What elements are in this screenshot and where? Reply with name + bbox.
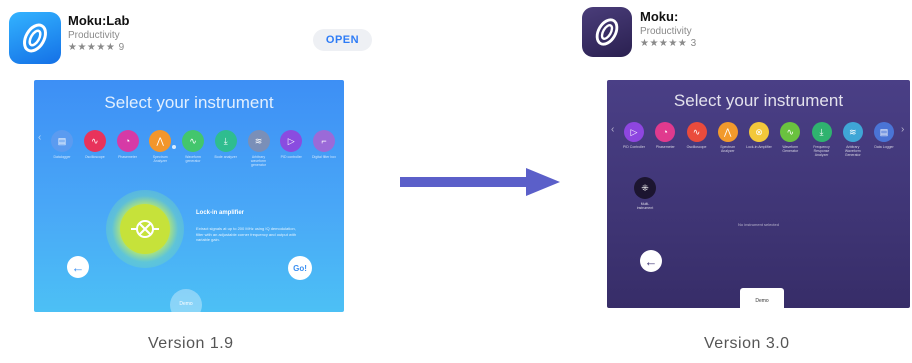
app-rating: ★★★★★ 9	[68, 42, 129, 53]
rating-count: 3	[690, 38, 697, 49]
instrument-item[interactable]: ⊗ Lock-in Amplifier	[745, 122, 773, 149]
instrument-item[interactable]: ∿ Waveform Generator	[776, 122, 804, 153]
instrument-label: Waveform generator	[185, 155, 201, 163]
instrument-label: Data Logger	[874, 145, 894, 149]
pid-icon: ▷	[280, 130, 303, 152]
app-category: Productivity	[640, 26, 692, 37]
instrument-item[interactable]: ▷ PID controller	[277, 130, 305, 159]
left-app-info: Moku:Lab Productivity ★★★★★ 9	[68, 13, 129, 53]
app-name: Moku:Lab	[68, 13, 130, 28]
selected-instrument-name: Lock-in amplifier	[196, 210, 245, 216]
moku-lab-app-icon[interactable]	[9, 12, 61, 64]
selected-instrument-description: Extract signals at up to 200 MHz using I…	[196, 226, 297, 242]
moku-app-icon[interactable]	[582, 7, 632, 57]
waveform-icon: ∿	[182, 130, 204, 152]
scroll-left-arrow-icon[interactable]: ‹	[38, 132, 41, 143]
instrument-label: Spectrum Analyzer	[152, 155, 168, 163]
instrument-label: Arbitrary waveform generator	[250, 155, 267, 167]
pid-icon: ▷	[624, 122, 644, 142]
oscilloscope-icon: ∿	[686, 122, 707, 142]
instrument-item[interactable]: ◔ Phasemeter	[114, 130, 142, 159]
data-logger-icon: ▤	[51, 130, 73, 152]
instrument-label: Frequency Response Analyzer	[813, 145, 830, 157]
instrument-item[interactable]: ▤ Data Logger	[870, 122, 898, 149]
phasemeter-icon: ◔	[116, 130, 139, 152]
phasemeter-icon: ◔	[655, 122, 676, 142]
screen-title: Select your instrument	[104, 93, 274, 112]
instrument-item[interactable]: ▤ Datalogger	[48, 130, 76, 159]
bode-icon: ⤓	[214, 130, 237, 152]
instrument-label: Phasemeter	[118, 155, 137, 159]
multi-instrument-label: Multi-instrument	[636, 202, 654, 210]
instrument-carousel: ▷ PID Controller ◔ Phasemeter ∿ Oscilloscope ⋀…	[620, 122, 898, 157]
version-1-9-screenshot: Select your instrument ‹ ▤ Datalogger ∿ Osc…	[34, 80, 344, 312]
instrument-item[interactable]: ⋀ Spectrum Analyzer	[146, 130, 174, 163]
app-rating: ★★★★★ 3	[640, 38, 697, 49]
instrument-label: Spectrum Analyzer	[720, 145, 736, 153]
lock-in-amplifier-icon[interactable]	[120, 204, 170, 254]
spectrum-icon: ⋀	[149, 130, 172, 152]
instrument-item[interactable]: ≋ Arbitrary Waveform Generator	[839, 122, 867, 157]
instrument-label: PID Controller	[623, 145, 645, 149]
lock-in-icon: ⊗	[749, 122, 769, 142]
carousel-dot	[172, 145, 176, 149]
instrument-label: PID controller	[280, 155, 302, 159]
back-button[interactable]: ←	[640, 250, 662, 272]
rating-stars: ★★★★★	[68, 42, 116, 53]
rating-stars: ★★★★★	[640, 38, 688, 49]
instrument-label: Phasemeter	[655, 145, 675, 149]
app-name: Moku:	[640, 9, 679, 24]
data-logger-icon: ▤	[874, 122, 894, 142]
multi-instrument-item[interactable]: ⁜ Multi-instrument	[634, 177, 656, 210]
filter-icon: ⌐	[313, 130, 335, 152]
instrument-item[interactable]: ⤓ Frequency Response Analyzer	[808, 122, 836, 157]
instrument-label: Oscilloscope	[686, 145, 707, 149]
arrow-left-icon: ←	[644, 253, 658, 269]
demo-button[interactable]: Demo	[170, 289, 202, 312]
scroll-left-arrow-icon[interactable]: ‹	[611, 124, 614, 135]
instrument-item[interactable]: ⋀ Spectrum Analyzer	[714, 122, 742, 153]
instrument-item[interactable]: ▷ PID Controller	[620, 122, 648, 149]
instrument-item[interactable]: ◔ Phasemeter	[651, 122, 679, 149]
oscilloscope-icon: ∿	[83, 130, 106, 152]
instrument-item[interactable]: ∿ Oscilloscope	[81, 130, 109, 159]
go-button[interactable]: Go!	[288, 256, 312, 280]
instrument-label: Arbitrary Waveform Generator	[844, 145, 861, 157]
left-version-label: Version 1.9	[148, 335, 234, 352]
multi-instrument-icon: ⁜	[634, 177, 656, 199]
instrument-label: Digital filter box	[312, 155, 336, 159]
instrument-item[interactable]: ⤓ Bode analyzer	[212, 130, 240, 159]
spectrum-icon: ⋀	[717, 122, 738, 142]
instrument-item[interactable]: ∿ Waveform generator	[179, 130, 207, 163]
instrument-carousel: ▤ Datalogger ∿ Oscilloscope ◔ Phasemeter ⋀ Spec…	[48, 130, 338, 167]
rating-count: 9	[118, 42, 125, 53]
version-3-0-screenshot: Select your instrument ‹ › ▷ PID Controll…	[607, 80, 910, 308]
screen-title: Select your instrument	[673, 91, 844, 110]
back-button[interactable]: ←	[67, 256, 89, 278]
instrument-label: Lock-in Amplifier	[746, 145, 772, 149]
app-category: Productivity	[68, 30, 120, 41]
arbitrary-waveform-icon: ≋	[842, 122, 863, 142]
instrument-label: Datalogger	[53, 155, 71, 159]
arrow-right-icon	[400, 168, 560, 196]
right-version-label: Version 3.0	[704, 335, 790, 352]
instrument-label: Oscilloscope	[84, 155, 105, 159]
scroll-right-arrow-icon[interactable]: ›	[901, 124, 904, 135]
arrow-left-icon: ←	[71, 259, 85, 275]
arbitrary-waveform-icon: ≋	[247, 130, 270, 152]
open-button[interactable]: OPEN	[313, 29, 372, 51]
instrument-item[interactable]: ⌐ Digital filter box	[310, 130, 338, 159]
frequency-response-icon: ⤓	[811, 122, 832, 142]
demo-button[interactable]: Demo	[740, 288, 784, 308]
moku-logo-icon	[23, 23, 47, 53]
instrument-label: Waveform Generator	[782, 145, 799, 153]
instrument-label: Bode analyzer	[214, 155, 237, 159]
status-text: No instrument selected	[738, 222, 779, 227]
instrument-item[interactable]: ∿ Oscilloscope	[683, 122, 711, 149]
instrument-item[interactable]: ≋ Arbitrary waveform generator	[245, 130, 273, 167]
moku-logo-icon	[595, 18, 619, 46]
waveform-icon: ∿	[780, 122, 801, 142]
right-app-info: Moku: Productivity ★★★★★ 3	[640, 9, 697, 49]
